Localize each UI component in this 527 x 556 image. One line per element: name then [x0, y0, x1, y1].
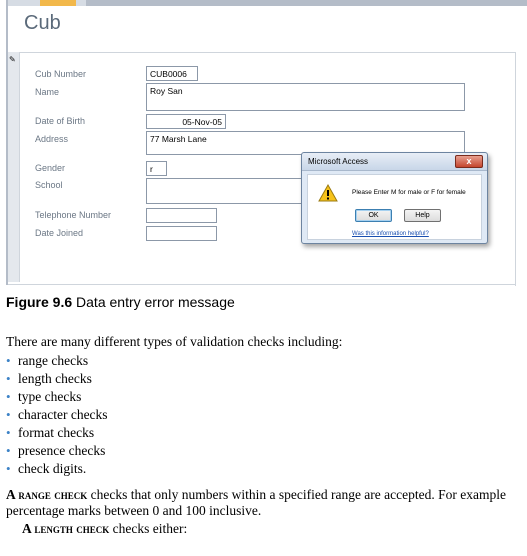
form-title: Cub: [24, 12, 61, 34]
figure-caption: Figure 9.6 Data entry error message: [6, 294, 235, 310]
bullet-icon: •: [6, 443, 11, 458]
intro-paragraph: There are many different types of valida…: [6, 334, 343, 349]
pencil-edit-icon: ✎: [9, 55, 16, 64]
dialog-close-button[interactable]: x: [455, 155, 483, 168]
access-form-screenshot: Cub ✎ Cub Number CUB0006 Name Roy San Da…: [0, 0, 527, 286]
length-check-term: A length check: [22, 521, 110, 536]
warning-icon: [318, 184, 338, 202]
list-item-text: character checks: [18, 407, 108, 422]
dialog-body: Please Enter M for male or F for female …: [307, 174, 482, 240]
gender-label: Gender: [35, 163, 66, 173]
record-selector[interactable]: [8, 52, 20, 282]
dialog-message: Please Enter M for male or F for female: [352, 189, 466, 196]
length-check-text: checks either:: [109, 521, 188, 536]
list-item: • character checks: [6, 406, 108, 424]
list-item-text: length checks: [18, 371, 92, 386]
list-item: • type checks: [6, 388, 108, 406]
school-label: School: [35, 180, 63, 190]
figure-caption-text: Data entry error message: [72, 294, 235, 310]
length-check-paragraph: A length check checks either:: [22, 521, 187, 537]
list-item-text: check digits.: [18, 461, 87, 476]
error-dialog: Microsoft Access x Please Enter M for ma…: [301, 152, 488, 244]
list-item: • check digits.: [6, 460, 108, 478]
range-check-term: A range check: [6, 487, 88, 502]
bullet-icon: •: [6, 353, 11, 368]
gender-field[interactable]: r: [146, 161, 167, 176]
list-item: • range checks: [6, 352, 108, 370]
date-joined-field[interactable]: [146, 226, 217, 241]
list-item: • format checks: [6, 424, 108, 442]
date-joined-label: Date Joined: [35, 228, 84, 238]
date-of-birth-field[interactable]: 05-Nov-05: [146, 114, 226, 129]
figure-number: Figure 9.6: [6, 294, 73, 310]
address-label: Address: [35, 134, 69, 144]
cub-number-field[interactable]: CUB0006: [146, 66, 198, 81]
list-item: • presence checks: [6, 442, 108, 460]
dialog-title: Microsoft Access: [308, 157, 369, 166]
bullet-icon: •: [6, 371, 11, 386]
list-item-text: range checks: [18, 353, 89, 368]
school-field[interactable]: [146, 178, 306, 204]
list-item-text: type checks: [18, 389, 82, 404]
bullet-icon: •: [6, 389, 11, 404]
list-item-text: format checks: [18, 425, 95, 440]
list-item-text: presence checks: [18, 443, 106, 458]
ok-button[interactable]: OK: [355, 209, 392, 222]
telephone-number-label: Telephone Number: [35, 210, 112, 220]
date-of-birth-label: Date of Birth: [35, 116, 86, 126]
help-button[interactable]: Help: [404, 209, 441, 222]
help-feedback-link[interactable]: Was this information helpful?: [352, 231, 429, 237]
range-check-paragraph: A range check checks that only numbers w…: [6, 487, 524, 519]
bullet-icon: •: [6, 407, 11, 422]
dialog-titlebar[interactable]: Microsoft Access x: [302, 153, 487, 171]
cub-number-label: Cub Number: [35, 69, 87, 79]
telephone-number-field[interactable]: [146, 208, 217, 223]
bullet-icon: •: [6, 461, 11, 476]
form-bottom-divider: [8, 284, 516, 285]
list-item: • length checks: [6, 370, 108, 388]
form-header-divider: [8, 52, 516, 53]
bullet-icon: •: [6, 425, 11, 440]
validation-check-list: • range checks • length checks • type check…: [6, 352, 108, 478]
form-header: [8, 6, 516, 52]
name-label: Name: [35, 87, 60, 97]
name-field[interactable]: Roy San: [146, 83, 465, 111]
